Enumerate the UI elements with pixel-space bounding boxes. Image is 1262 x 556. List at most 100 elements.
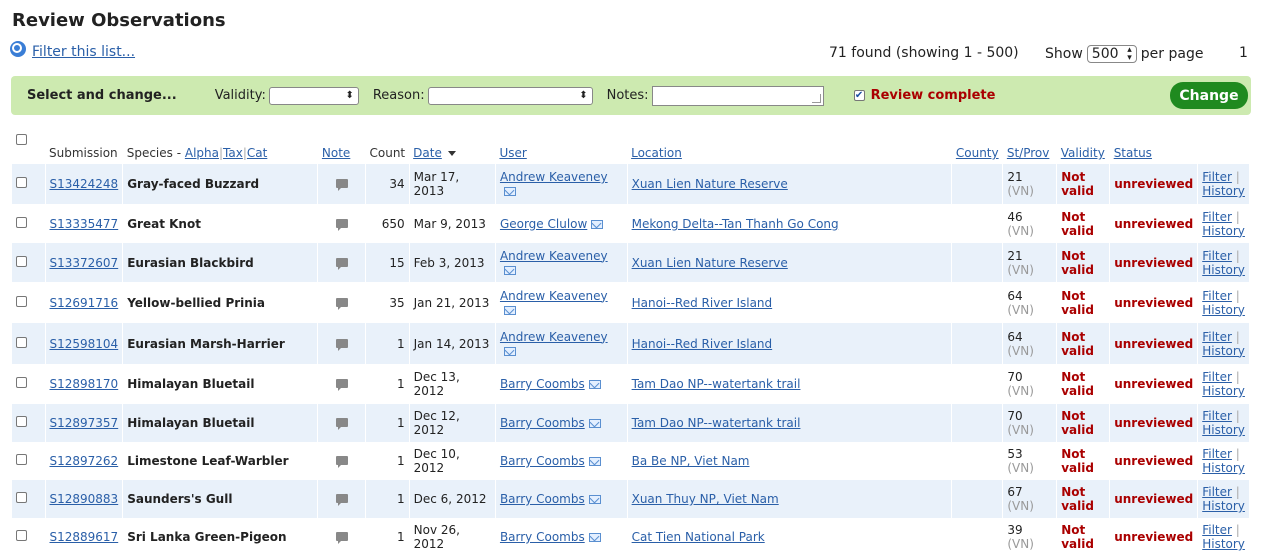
comment-icon[interactable]: [335, 456, 348, 468]
page-number[interactable]: 1: [1239, 45, 1248, 61]
filter-row-link[interactable]: Filter: [1202, 249, 1232, 263]
row-checkbox[interactable]: [16, 216, 27, 228]
row-checkbox[interactable]: [16, 454, 27, 465]
location-link[interactable]: Hanoi--Red River Island: [632, 337, 773, 351]
row-checkbox[interactable]: [16, 416, 27, 427]
submission-link[interactable]: S12890883: [50, 492, 119, 506]
sort-tax-link[interactable]: Tax: [223, 146, 243, 160]
sort-county-link[interactable]: County: [956, 146, 999, 160]
row-checkbox[interactable]: [16, 377, 27, 388]
row-checkbox[interactable]: [16, 295, 27, 307]
filter-row-link[interactable]: Filter: [1202, 523, 1232, 537]
user-link[interactable]: Andrew Keaveney: [500, 249, 608, 263]
user-link[interactable]: Andrew Keaveney: [500, 330, 608, 344]
comment-icon[interactable]: [335, 297, 348, 310]
email-icon[interactable]: [591, 219, 604, 229]
submission-link[interactable]: S13424248: [50, 177, 119, 191]
filter-list-link[interactable]: Filter this list...: [10, 41, 135, 60]
location-link[interactable]: Tam Dao NP--watertank trail: [632, 377, 801, 391]
history-link[interactable]: History: [1202, 384, 1245, 398]
sort-validity-link[interactable]: Validity: [1061, 146, 1105, 160]
submission-link[interactable]: S12897357: [50, 416, 119, 430]
submission-link[interactable]: S12691716: [50, 296, 119, 310]
comment-icon[interactable]: [335, 494, 348, 506]
comment-icon[interactable]: [335, 257, 348, 270]
sort-status-link[interactable]: Status: [1114, 146, 1152, 160]
sort-location-link[interactable]: Location: [631, 146, 682, 160]
review-complete-toggle[interactable]: ✔ Review complete: [853, 88, 995, 103]
history-link[interactable]: History: [1202, 184, 1245, 198]
user-link[interactable]: Barry Coombs: [500, 377, 585, 391]
location-link[interactable]: Cat Tien National Park: [632, 530, 765, 544]
per-page-select[interactable]: 500 ▴ ▾: [1086, 45, 1137, 63]
filter-row-link[interactable]: Filter: [1202, 447, 1232, 461]
submission-link[interactable]: S12898170: [50, 377, 119, 391]
history-link[interactable]: History: [1202, 537, 1245, 551]
email-icon[interactable]: [588, 457, 601, 466]
email-icon[interactable]: [503, 305, 516, 315]
comment-icon[interactable]: [335, 532, 348, 544]
location-link[interactable]: Hanoi--Red River Island: [632, 296, 773, 310]
location-link[interactable]: Xuan Lien Nature Reserve: [632, 256, 788, 270]
validity-select[interactable]: ⬍: [268, 86, 359, 105]
change-button[interactable]: Change: [1170, 82, 1248, 109]
history-link[interactable]: History: [1202, 423, 1245, 437]
filter-list-label[interactable]: Filter this list...: [32, 44, 135, 60]
review-complete-checkbox[interactable]: ✔: [853, 90, 865, 101]
email-icon[interactable]: [588, 495, 601, 504]
comment-icon[interactable]: [335, 218, 348, 231]
user-link[interactable]: Barry Coombs: [500, 454, 585, 468]
filter-row-link[interactable]: Filter: [1202, 330, 1232, 344]
history-link[interactable]: History: [1202, 263, 1245, 277]
filter-row-link[interactable]: Filter: [1202, 289, 1232, 303]
user-link[interactable]: Barry Coombs: [500, 530, 585, 544]
history-link[interactable]: History: [1202, 344, 1245, 358]
filter-row-link[interactable]: Filter: [1202, 170, 1232, 184]
row-checkbox[interactable]: [16, 530, 27, 541]
submission-link[interactable]: S13335477: [50, 217, 119, 231]
sort-date-link[interactable]: Date: [413, 146, 442, 160]
sort-note-link[interactable]: Note: [322, 146, 350, 160]
comment-icon[interactable]: [335, 338, 348, 351]
location-link[interactable]: Xuan Lien Nature Reserve: [632, 177, 788, 191]
submission-link[interactable]: S12598104: [50, 337, 119, 351]
email-icon[interactable]: [503, 187, 516, 196]
submission-link[interactable]: S13372607: [50, 256, 119, 270]
user-link[interactable]: Barry Coombs: [500, 416, 585, 430]
sort-alpha-link[interactable]: Alpha: [185, 146, 219, 160]
user-link[interactable]: George Clulow: [500, 217, 587, 231]
user-link[interactable]: Andrew Keaveney: [500, 170, 608, 184]
user-link[interactable]: Barry Coombs: [500, 492, 585, 506]
filter-row-link[interactable]: Filter: [1202, 485, 1232, 499]
select-all-checkbox[interactable]: [15, 134, 27, 145]
search-icon[interactable]: [10, 41, 26, 57]
filter-row-link[interactable]: Filter: [1202, 409, 1232, 423]
history-link[interactable]: History: [1202, 499, 1245, 513]
location-link[interactable]: Tam Dao NP--watertank trail: [632, 416, 801, 430]
email-icon[interactable]: [588, 533, 601, 542]
sort-cat-link[interactable]: Cat: [247, 146, 267, 160]
submission-link[interactable]: S12889617: [50, 530, 119, 544]
reason-select[interactable]: ⬍: [427, 86, 593, 105]
location-link[interactable]: Mekong Delta--Tan Thanh Go Cong: [632, 217, 839, 231]
comment-icon[interactable]: [335, 379, 348, 391]
location-link[interactable]: Ba Be NP, Viet Nam: [632, 454, 750, 468]
email-icon[interactable]: [503, 346, 516, 356]
filter-row-link[interactable]: Filter: [1202, 370, 1232, 384]
email-icon[interactable]: [588, 380, 601, 389]
row-checkbox[interactable]: [16, 336, 27, 348]
user-link[interactable]: Andrew Keaveney: [500, 289, 608, 303]
row-checkbox[interactable]: [16, 177, 27, 188]
comment-icon[interactable]: [335, 179, 348, 191]
sort-stprov-link[interactable]: St/Prov: [1007, 146, 1050, 160]
comment-icon[interactable]: [335, 418, 348, 430]
email-icon[interactable]: [588, 419, 601, 428]
notes-input[interactable]: [651, 85, 824, 106]
row-checkbox[interactable]: [16, 492, 27, 503]
history-link[interactable]: History: [1202, 461, 1245, 475]
history-link[interactable]: History: [1202, 303, 1245, 317]
location-link[interactable]: Xuan Thuy NP, Viet Nam: [632, 492, 779, 506]
submission-link[interactable]: S12897262: [50, 454, 119, 468]
filter-row-link[interactable]: Filter: [1202, 210, 1232, 224]
sort-user-link[interactable]: User: [499, 146, 526, 160]
